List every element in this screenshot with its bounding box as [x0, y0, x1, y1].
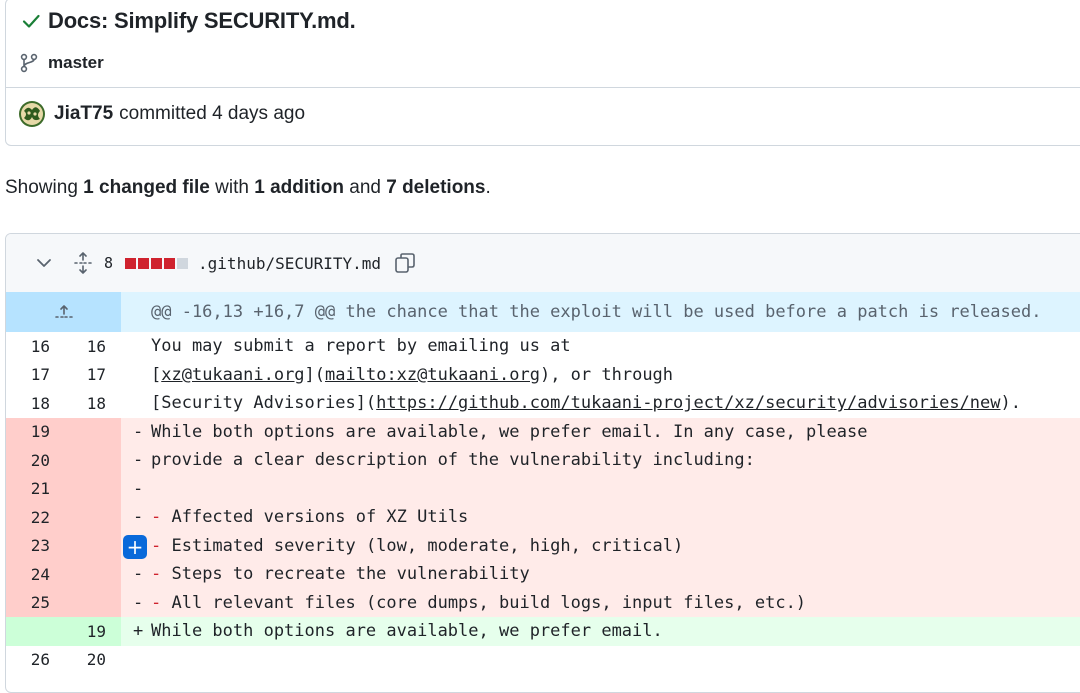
diffstat-square	[177, 257, 189, 269]
file-header: 8 .github/SECURITY.md	[6, 234, 1080, 293]
diffstat-square	[125, 257, 137, 269]
diff-row-deletion: 22 - - Affected versions of XZ Utils	[6, 503, 1080, 532]
diffstat-square	[138, 257, 150, 269]
old-line-number[interactable]: 23	[14, 536, 50, 555]
addition-marker: +	[133, 621, 144, 642]
unfold-icon[interactable]	[72, 251, 94, 275]
avatar[interactable]	[19, 101, 45, 127]
new-line-number[interactable]: 16	[70, 337, 106, 356]
code-text: Steps to recreate the vulnerability	[171, 564, 530, 585]
commit-time: committed 4 days ago	[119, 103, 306, 124]
diff-row: 26 20	[6, 646, 1080, 675]
diff-row-deletion: 23 + - Estimated severity (low, moderate…	[6, 531, 1080, 560]
diff-row-deletion: 20 - provide a clear description of the …	[6, 446, 1080, 475]
code-text: All relevant files (core dumps, build lo…	[171, 592, 807, 613]
diff-row: 17 17 [xz@tukaani.org](mailto:xz@tukaani…	[6, 361, 1080, 390]
deletion-marker: -	[133, 421, 144, 442]
diff-row-deletion: 25 - - All relevant files (core dumps, b…	[6, 588, 1080, 617]
code-text: Estimated severity (low, moderate, high,…	[171, 535, 684, 556]
deletion-marker: -	[133, 564, 144, 585]
list-dash: -	[151, 535, 172, 556]
summary-with: with	[209, 177, 255, 198]
diff-row-addition: 19 + While both options are available, w…	[6, 617, 1080, 646]
code-text: ).	[1000, 393, 1021, 414]
author-row: JiaT75 committed 4 days ago	[19, 100, 305, 128]
fold-up-icon[interactable]	[6, 292, 121, 332]
new-line-number[interactable]: 17	[70, 365, 106, 384]
old-line-number[interactable]: 25	[14, 593, 50, 612]
commit-author[interactable]: JiaT75	[54, 103, 113, 125]
list-dash: -	[151, 592, 172, 613]
advisories-link[interactable]: https://github.com/tukaani-project/xz/se…	[376, 393, 1000, 413]
commit-title-row: Docs: Simplify SECURITY.md.	[20, 5, 356, 37]
list-dash: -	[151, 507, 172, 528]
list-dash: -	[151, 564, 172, 585]
plus-icon[interactable]: +	[123, 534, 147, 559]
old-line-number[interactable]: 21	[14, 479, 50, 498]
code-line: While both options are available, we pre…	[151, 621, 663, 642]
diff-row-deletion: 19 - While both options are available, w…	[6, 417, 1080, 446]
diff-table: @@ -16,13 +16,7 @@ the chance that the e…	[6, 292, 1080, 674]
old-line-number[interactable]: 24	[14, 565, 50, 584]
diffstat-square	[164, 257, 176, 269]
diff-line-count: 8	[104, 254, 114, 272]
code-text: [Security Advisories](	[151, 393, 377, 414]
diff-row-deletion: 21 -	[6, 474, 1080, 503]
email-link[interactable]: xz@tukaani.org	[161, 365, 304, 385]
branch-row[interactable]: master	[20, 51, 104, 75]
old-line-number[interactable]: 19	[14, 422, 50, 441]
summary-changed: 1 changed file	[83, 177, 210, 198]
code-line: provide a clear description of the vulne…	[151, 450, 755, 471]
old-line-number[interactable]: 20	[14, 451, 50, 470]
chevron-down-icon[interactable]	[32, 251, 56, 275]
commit-head: Docs: Simplify SECURITY.md. master	[6, 0, 1080, 89]
mailto-link[interactable]: mailto:xz@tukaani.org	[325, 365, 540, 385]
git-branch-icon	[20, 53, 38, 73]
commit-title: Docs: Simplify SECURITY.md.	[48, 8, 356, 33]
commit-divider	[6, 87, 1080, 88]
summary-and: and	[343, 177, 387, 198]
code-text: Affected versions of XZ Utils	[171, 507, 469, 528]
old-line-number[interactable]: 26	[14, 650, 50, 669]
copy-icon[interactable]	[393, 251, 417, 275]
deletion-marker: -	[133, 478, 144, 499]
old-line-number[interactable]: 22	[14, 508, 50, 527]
new-line-number[interactable]: 20	[70, 650, 106, 669]
new-line-number[interactable]: 18	[70, 394, 106, 413]
code-line: - Estimated severity (low, moderate, hig…	[151, 536, 683, 556]
diff-summary: Showing 1 changed file with 1 addition a…	[5, 177, 491, 199]
old-line-number[interactable]: 17	[14, 365, 50, 384]
deletion-marker: -	[133, 450, 144, 471]
code-line: While both options are available, we pre…	[151, 421, 868, 442]
summary-additions: 1 addition	[254, 177, 344, 198]
old-line-number[interactable]: 16	[14, 337, 50, 356]
diffstat-square	[151, 257, 163, 269]
hunk-text: @@ -16,13 +16,7 @@ the chance that the e…	[151, 302, 1042, 322]
code-line: [xz@tukaani.org](mailto:xz@tukaani.org),…	[151, 364, 674, 385]
commit-header: Docs: Simplify SECURITY.md. master JiaT7…	[5, 0, 1080, 146]
diff-row: 16 16 You may submit a report by emailin…	[6, 332, 1080, 361]
deletion-marker: -	[133, 592, 144, 613]
code-text: ), or through	[539, 364, 674, 385]
file-diff: 8 .github/SECURITY.md @@ -16,13 +16,7 @@…	[5, 233, 1080, 693]
new-line-number[interactable]: 19	[70, 622, 106, 641]
code-line: - Affected versions of XZ Utils	[151, 507, 468, 527]
code-line: - Steps to recreate the vulnerability	[151, 564, 530, 584]
check-icon	[20, 10, 42, 32]
file-path[interactable]: .github/SECURITY.md	[198, 254, 381, 273]
summary-prefix: Showing	[5, 177, 84, 198]
diff-row: 18 18 [Security Advisories](https://gith…	[6, 389, 1080, 418]
diff-row-deletion: 24 - - Steps to recreate the vulnerabili…	[6, 560, 1080, 589]
summary-deletions: 7 deletions	[386, 177, 486, 198]
branch-name[interactable]: master	[48, 53, 104, 73]
hunk-header: @@ -16,13 +16,7 @@ the chance that the e…	[6, 292, 1080, 332]
code-line: - All relevant files (core dumps, build …	[151, 593, 806, 613]
diffstat-bar	[125, 257, 189, 269]
summary-end: .	[485, 177, 491, 198]
code-line: You may submit a report by emailing us a…	[151, 336, 571, 357]
old-line-number[interactable]: 18	[14, 394, 50, 413]
code-line: [Security Advisories](https://github.com…	[151, 393, 1021, 413]
deletion-marker: -	[133, 507, 144, 528]
